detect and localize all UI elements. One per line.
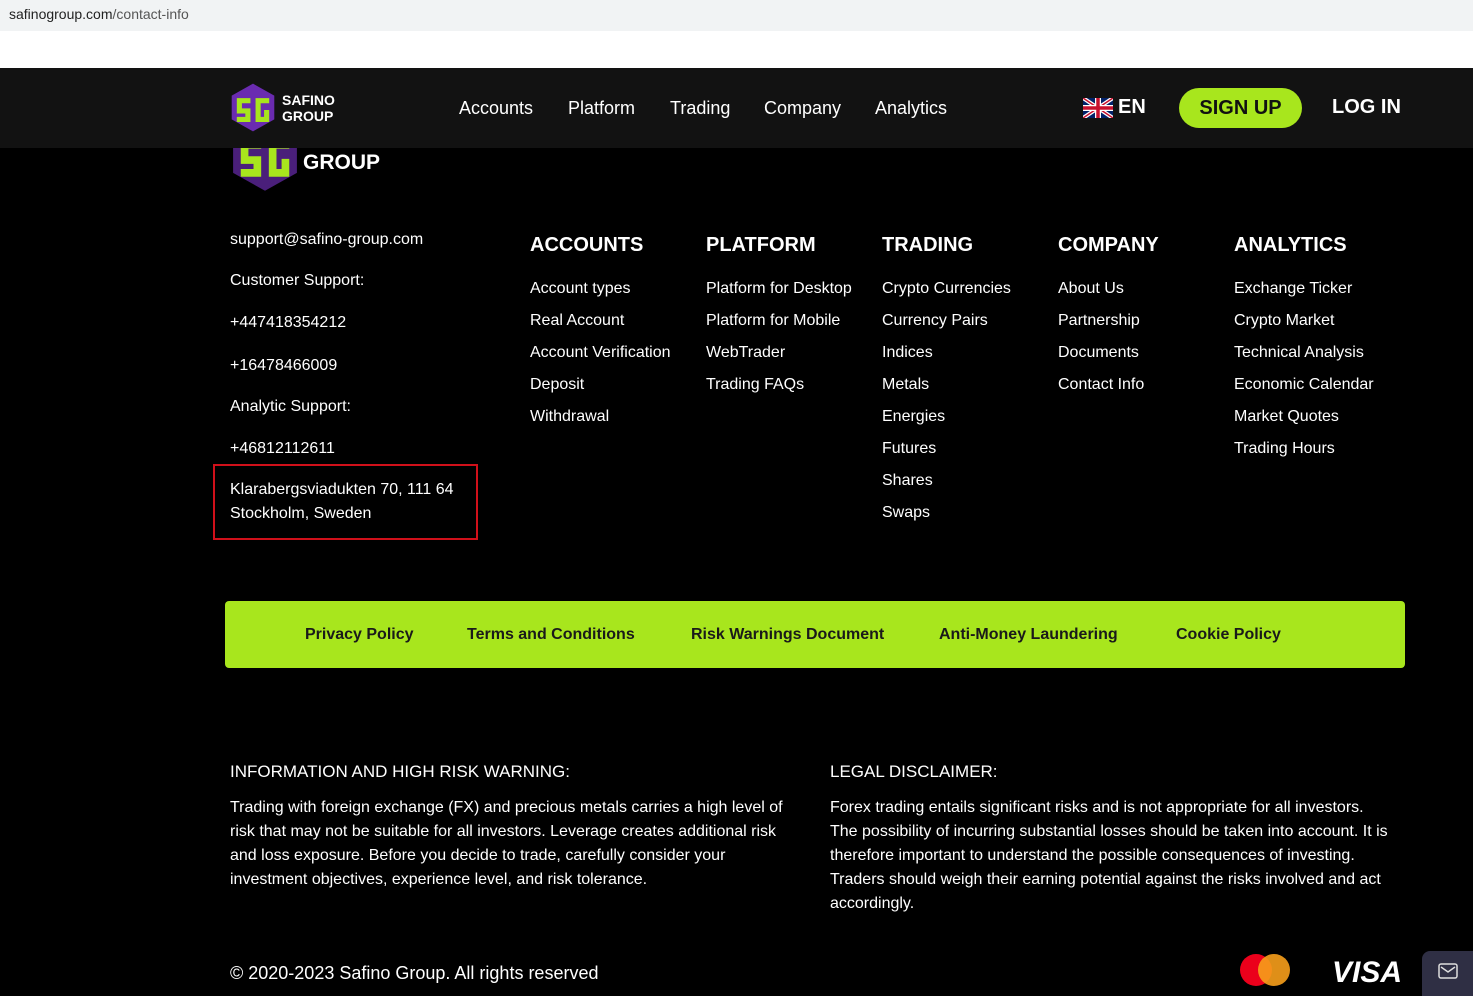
footer-link[interactable]: Platform for Desktop [706, 280, 852, 298]
footer-link[interactable]: Energies [882, 408, 945, 426]
column-heading-accounts: ACCOUNTS [530, 234, 644, 256]
site-header: SAFINO GROUP Accounts Platform Trading Co… [0, 68, 1473, 148]
footer-link[interactable]: Account types [530, 280, 631, 298]
mail-icon [1438, 963, 1458, 979]
support-email[interactable]: support@safino-group.com [230, 231, 423, 249]
footer-link[interactable]: Currency Pairs [882, 312, 988, 330]
customer-support-label: Customer Support: [230, 272, 365, 289]
language-label: EN [1118, 96, 1146, 118]
footer-link[interactable]: Documents [1058, 344, 1139, 362]
column-heading-platform: PLATFORM [706, 234, 816, 256]
footer-link[interactable]: Metals [882, 376, 929, 394]
sign-up-button[interactable]: SIGN UP [1179, 88, 1302, 128]
footer-link[interactable]: About Us [1058, 280, 1124, 298]
footer-link[interactable]: Economic Calendar [1234, 376, 1374, 394]
footer-link[interactable]: Trading Hours [1234, 440, 1335, 458]
uk-flag-icon [1083, 97, 1113, 118]
footer-link[interactable]: Withdrawal [530, 408, 609, 426]
address-highlight-box [213, 464, 478, 540]
nav-platform[interactable]: Platform [568, 98, 635, 119]
logo-line1: SAFINO [282, 91, 335, 108]
address-bar[interactable]: safinogroup.com/contact-info [0, 0, 1473, 31]
log-in-button[interactable]: LOG IN [1332, 96, 1401, 119]
column-heading-analytics: ANALYTICS [1234, 234, 1347, 256]
footer-link[interactable]: Trading FAQs [706, 376, 804, 394]
risk-warnings-link[interactable]: Risk Warnings Document [691, 626, 884, 644]
mastercard-icon [1240, 954, 1290, 986]
footer-link[interactable]: Partnership [1058, 312, 1140, 330]
footer-link[interactable]: Shares [882, 472, 933, 490]
chat-button[interactable] [1422, 951, 1473, 996]
disclaimer-title: LEGAL DISCLAIMER: [830, 762, 998, 781]
column-heading-company: COMPANY [1058, 234, 1159, 256]
terms-link[interactable]: Terms and Conditions [467, 626, 635, 644]
footer-link[interactable]: Exchange Ticker [1234, 280, 1352, 298]
url-path: /contact-info [112, 6, 189, 22]
nav-analytics[interactable]: Analytics [875, 98, 947, 119]
nav-accounts[interactable]: Accounts [459, 98, 533, 119]
footer-link[interactable]: Futures [882, 440, 936, 458]
phone-1[interactable]: +447418354212 [230, 314, 346, 332]
language-selector[interactable]: EN [1083, 96, 1146, 119]
risk-warning-text: Trading with foreign exchange (FX) and p… [230, 799, 783, 888]
footer-link[interactable]: Deposit [530, 376, 584, 394]
footer-link[interactable]: Indices [882, 344, 933, 362]
column-heading-trading: TRADING [882, 234, 974, 256]
phone-3[interactable]: +46812112611 [230, 440, 335, 458]
footer-link[interactable]: WebTrader [706, 344, 785, 362]
copyright: © 2020-2023 Safino Group. All rights res… [230, 963, 599, 983]
footer-link[interactable]: Swaps [882, 504, 930, 522]
url-host: safinogroup.com [9, 6, 113, 22]
footer-link[interactable]: Contact Info [1058, 376, 1144, 394]
nav-company[interactable]: Company [764, 98, 841, 119]
aml-link[interactable]: Anti-Money Laundering [939, 626, 1118, 644]
logo-line2: GROUP [282, 107, 334, 124]
legal-links-bar: Privacy Policy Terms and Conditions Risk… [225, 601, 1405, 668]
disclaimer-text: Forex trading entails significant risks … [830, 799, 1388, 912]
phone-2[interactable]: +16478466009 [230, 357, 337, 375]
analytic-support-label: Analytic Support: [230, 398, 351, 415]
footer-link[interactable]: Account Verification [530, 344, 671, 362]
footer-link[interactable]: Technical Analysis [1234, 344, 1364, 362]
footer-link[interactable]: Crypto Market [1234, 312, 1334, 330]
cookie-policy-link[interactable]: Cookie Policy [1176, 626, 1281, 644]
footer-logo-text: GROUP [303, 151, 381, 174]
footer-link[interactable]: Market Quotes [1234, 408, 1339, 426]
risk-warning-title: INFORMATION AND HIGH RISK WARNING: [230, 762, 571, 781]
footer-link[interactable]: Real Account [530, 312, 624, 330]
footer-link[interactable]: Platform for Mobile [706, 312, 840, 330]
logo[interactable]: SAFINO GROUP [230, 80, 335, 135]
blank-strip [0, 31, 1473, 68]
visa-logo: VISA [1332, 956, 1403, 989]
logo-icon [231, 83, 275, 132]
privacy-policy-link[interactable]: Privacy Policy [305, 626, 414, 644]
nav-trading[interactable]: Trading [670, 98, 730, 119]
footer-link[interactable]: Crypto Currencies [882, 280, 1011, 298]
